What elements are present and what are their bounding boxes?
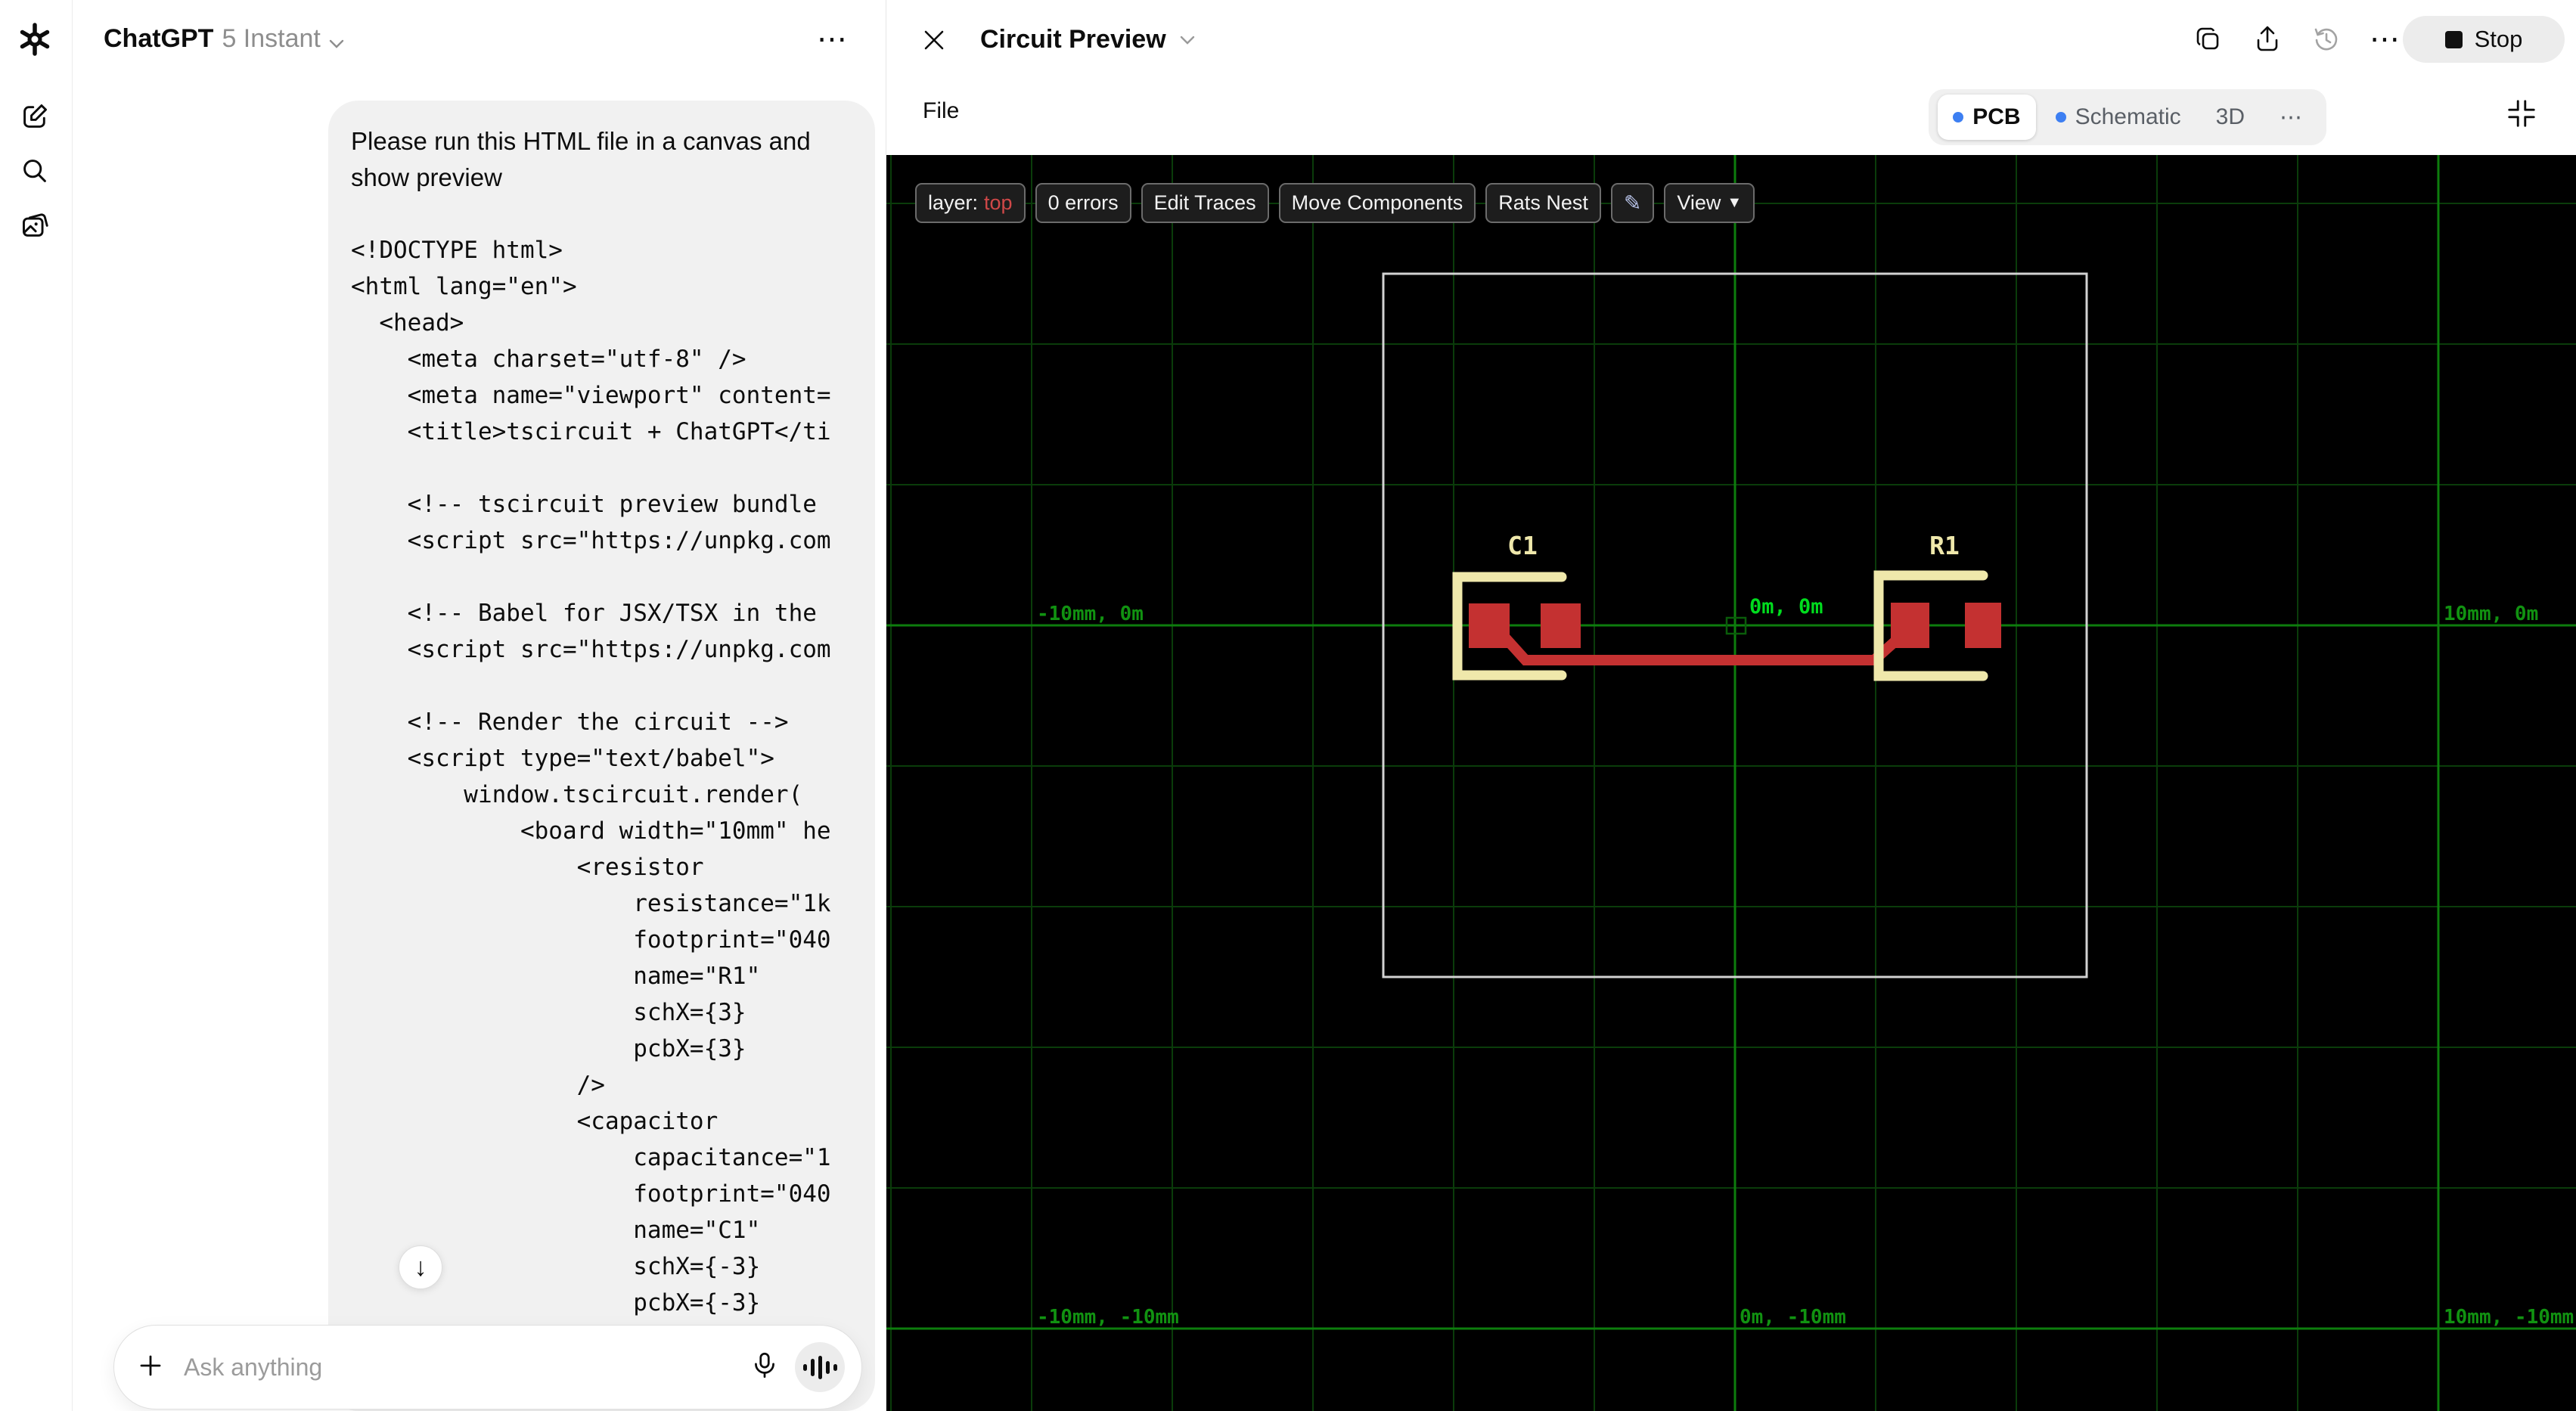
search-button[interactable]	[18, 156, 51, 189]
rats-nest-button[interactable]: Rats Nest	[1485, 183, 1601, 223]
share-upload-icon	[2257, 26, 2278, 51]
attach-button[interactable]	[134, 1351, 167, 1384]
pcb-canvas[interactable]: C1 R1 0m, 0m -10mm, 0m 10mm, 0m -10mm, -10…	[886, 155, 2576, 1411]
grid-coordinate-label: 10mm, -10mm	[2444, 1306, 2574, 1329]
tab-3d-label: 3D	[2215, 104, 2245, 129]
grid-coordinate-label: 0m, -10mm	[1740, 1306, 1846, 1329]
errors-label: 0 errors	[1047, 191, 1119, 214]
chevron-down-icon	[1180, 36, 1194, 45]
canvas-title-dropdown[interactable]: Circuit Preview	[980, 25, 1195, 54]
grid-coordinate-label: 10mm, 0m	[2444, 603, 2538, 625]
microphone-icon	[750, 1351, 780, 1385]
tab-schematic[interactable]: Schematic	[2041, 95, 2196, 140]
view-mode-tabs: PCB Schematic 3D ⋯	[1929, 89, 2326, 145]
stop-button[interactable]: Stop	[2403, 16, 2565, 63]
arrow-down-icon: ↓	[414, 1252, 427, 1282]
user-message-bubble: Please run this HTML file in a canvas an…	[328, 101, 875, 1411]
copy-button[interactable]	[2192, 23, 2225, 56]
canvas-more-options-button[interactable]: ⋯	[2369, 23, 2402, 56]
canvas-panel: Circuit Preview ⋯ Stop File PCB Schemati…	[886, 0, 2576, 1411]
plus-icon	[136, 1351, 165, 1384]
canvas-header: Circuit Preview ⋯ Stop	[886, 0, 2576, 79]
close-canvas-button[interactable]	[921, 27, 948, 54]
sidebar	[0, 0, 73, 1411]
history-button[interactable]	[2310, 23, 2343, 56]
errors-button[interactable]: 0 errors	[1035, 183, 1131, 223]
caret-down-icon: ▼	[1727, 194, 1743, 211]
schematic-status-dot	[2055, 112, 2066, 122]
collapse-view-button[interactable]	[2503, 95, 2540, 132]
close-icon	[924, 30, 944, 50]
stop-square-icon	[2444, 30, 2463, 48]
pad	[1965, 603, 2001, 648]
history-icon	[2314, 28, 2338, 51]
app-title: ChatGPT	[104, 24, 214, 53]
compose-icon	[20, 102, 49, 135]
user-message-line1: Please run this HTML file in a canvas an…	[351, 127, 811, 155]
pad	[1891, 603, 1929, 648]
tab-3d[interactable]: 3D	[2201, 95, 2260, 140]
grid-coordinate-label: -10mm, 0m	[1037, 603, 1144, 625]
dictate-button[interactable]	[748, 1351, 781, 1384]
tab-schematic-label: Schematic	[2075, 104, 2181, 129]
view-dropdown-button[interactable]: View ▼	[1664, 183, 1755, 223]
grid-coordinate-label: -10mm, -10mm	[1037, 1306, 1179, 1329]
edit-traces-label: Edit Traces	[1153, 191, 1256, 214]
component-ref-label: C1	[1507, 531, 1538, 560]
grid-coordinate-labels: -10mm, 0m 10mm, 0m -10mm, -10mm 0m, -10mm 10…	[1037, 603, 2574, 1329]
layer-button[interactable]: layer: top	[915, 183, 1026, 223]
app-window: ChatGPT 5 Instant ⋯ Please run this HTML…	[0, 0, 2576, 1411]
user-message-line2: show preview	[351, 163, 502, 191]
chat-more-options-button[interactable]: ⋯	[813, 23, 852, 56]
component-ref-label: R1	[1929, 531, 1960, 560]
search-icon	[20, 157, 49, 189]
new-chat-button[interactable]	[18, 101, 51, 135]
voice-mode-button[interactable]	[795, 1342, 845, 1392]
waveform-icon	[802, 1355, 837, 1379]
pcb-status-dot	[1953, 112, 1964, 122]
canvas-subheader: File PCB Schematic 3D ⋯	[886, 79, 2576, 155]
more-options-icon: ⋯	[2370, 23, 2401, 56]
chat-composer[interactable]: Ask anything	[113, 1325, 862, 1409]
file-menu[interactable]: File	[923, 98, 959, 124]
openai-logo-icon	[17, 21, 53, 57]
model-selector[interactable]: ChatGPT 5 Instant	[104, 24, 344, 54]
more-options-icon: ⋯	[817, 23, 849, 56]
message-input[interactable]: Ask anything	[184, 1354, 748, 1382]
pad	[1541, 603, 1581, 648]
move-components-label: Move Components	[1291, 191, 1463, 214]
share-button[interactable]	[2251, 23, 2284, 56]
move-components-button[interactable]: Move Components	[1278, 183, 1476, 223]
collapse-icon	[2508, 100, 2535, 127]
tab-pcb[interactable]: PCB	[1938, 95, 2036, 140]
tab-pcb-label: PCB	[1972, 104, 2021, 129]
model-name: 5 Instant	[222, 24, 321, 53]
grid-lines	[886, 155, 2576, 1411]
pasted-code-block: <!DOCTYPE html> <html lang="en"> <head> …	[351, 237, 831, 1353]
view-label: View	[1677, 191, 1721, 214]
pencil-icon: ✎	[1623, 191, 1642, 215]
tab-more-button[interactable]: ⋯	[2264, 95, 2317, 140]
chat-header: ChatGPT 5 Instant ⋯	[73, 0, 886, 76]
rats-nest-label: Rats Nest	[1498, 191, 1588, 214]
pad	[1469, 603, 1510, 648]
copy-icon	[2196, 27, 2219, 50]
pcb-toolbar: layer: top 0 errors Edit Traces Move Com…	[915, 183, 1755, 223]
layer-value: top	[984, 191, 1013, 214]
layer-label: layer:	[928, 191, 979, 214]
draw-trace-button[interactable]: ✎	[1610, 183, 1655, 223]
stop-label: Stop	[2474, 26, 2523, 52]
library-images-icon	[20, 211, 49, 243]
origin-coordinate-label: 0m, 0m	[1749, 595, 1823, 619]
component-R1[interactable]: R1	[1873, 531, 2001, 681]
pcb-scene: C1 R1 0m, 0m -10mm, 0m 10mm, 0m -10mm, -10…	[886, 155, 2576, 1411]
chevron-down-icon	[329, 26, 344, 55]
edit-traces-button[interactable]: Edit Traces	[1141, 183, 1269, 223]
more-options-icon: ⋯	[2280, 104, 2302, 130]
scroll-to-bottom-button[interactable]: ↓	[399, 1245, 442, 1289]
canvas-title: Circuit Preview	[980, 25, 1166, 54]
library-button[interactable]	[18, 210, 51, 243]
